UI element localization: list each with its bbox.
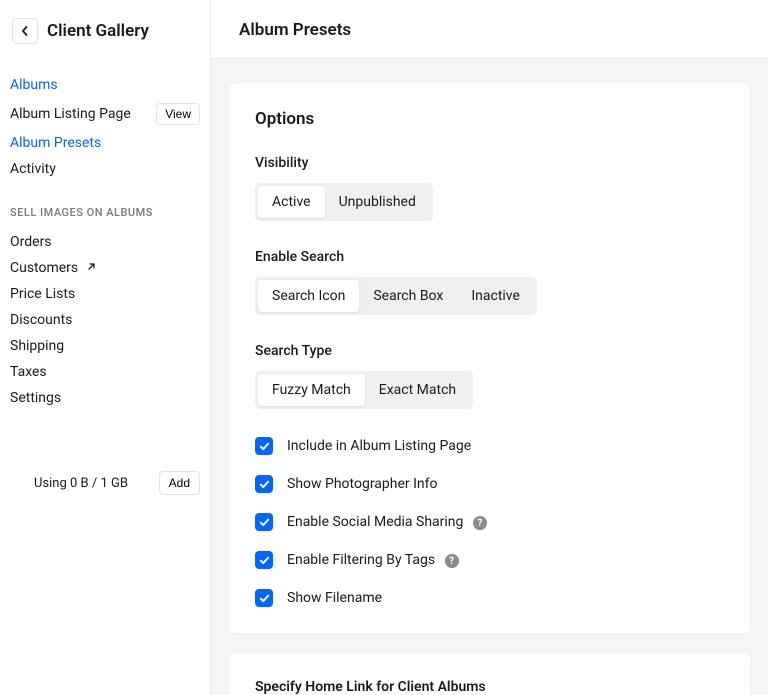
sidebar-item-taxes[interactable]: Taxes <box>10 359 200 385</box>
search-type-segment: Fuzzy Match Exact Match <box>255 371 473 409</box>
sidebar-item-label: Activity <box>10 161 56 177</box>
checkbox-show-filename[interactable] <box>255 589 273 607</box>
enable-search-label: Enable Search <box>255 249 724 265</box>
visibility-unpublished-button[interactable]: Unpublished <box>325 186 430 218</box>
sidebar-item-label: Orders <box>10 234 52 250</box>
sidebar-item-shipping[interactable]: Shipping <box>10 333 200 359</box>
options-card: Options Visibility Active Unpublished En… <box>229 83 750 633</box>
sidebar-item-label: Album Presets <box>10 135 101 151</box>
sidebar-item-label: Shipping <box>10 338 64 354</box>
checkbox-label: Show Photographer Info <box>287 476 438 492</box>
view-button[interactable]: View <box>156 103 200 125</box>
exact-match-button[interactable]: Exact Match <box>365 374 470 406</box>
home-link-card: Specify Home Link for Client Albums The … <box>229 653 750 695</box>
sidebar-item-settings[interactable]: Settings <box>10 385 200 411</box>
storage-row: Using 0 B / 1 GB Add <box>10 471 200 495</box>
checkbox-label: Enable Filtering By Tags ? <box>287 552 459 569</box>
sidebar-item-orders[interactable]: Orders <box>10 229 200 255</box>
check-icon <box>259 441 270 452</box>
sidebar-item-album-listing-page[interactable]: Album Listing Page View <box>10 98 200 130</box>
sidebar-item-label: Price Lists <box>10 286 75 302</box>
back-button[interactable] <box>12 18 38 44</box>
sidebar-item-label: Settings <box>10 390 61 406</box>
search-inactive-button[interactable]: Inactive <box>457 280 534 312</box>
fuzzy-match-button[interactable]: Fuzzy Match <box>258 374 365 406</box>
sidebar-item-discounts[interactable]: Discounts <box>10 307 200 333</box>
enable-search-segment: Search Icon Search Box Inactive <box>255 277 537 315</box>
checkbox-row-photographer-info: Show Photographer Info <box>255 475 724 493</box>
check-icon <box>259 479 270 490</box>
checkbox-row-include-listing: Include in Album Listing Page <box>255 437 724 455</box>
visibility-segment: Active Unpublished <box>255 183 433 221</box>
main-body: Options Visibility Active Unpublished En… <box>211 59 768 695</box>
check-icon <box>259 555 270 566</box>
sidebar-item-label: Discounts <box>10 312 72 328</box>
sidebar-item-label: Albums <box>10 77 58 93</box>
check-icon <box>259 593 270 604</box>
checkbox-social-sharing[interactable] <box>255 513 273 531</box>
search-type-group: Search Type Fuzzy Match Exact Match <box>255 343 724 409</box>
storage-usage-text: Using 0 B / 1 GB <box>34 476 128 491</box>
sidebar-item-label: Customers <box>10 260 96 276</box>
search-box-button[interactable]: Search Box <box>359 280 457 312</box>
checkbox-label: Include in Album Listing Page <box>287 438 471 454</box>
help-icon[interactable]: ? <box>445 554 459 568</box>
sidebar-section-header: Sell Images on Albums <box>10 206 200 219</box>
sidebar-item-label: Album Listing Page <box>10 106 131 122</box>
sidebar-item-activity[interactable]: Activity <box>10 156 200 182</box>
help-icon[interactable]: ? <box>473 516 487 530</box>
search-icon-button[interactable]: Search Icon <box>258 280 359 312</box>
checkbox-row-social-sharing: Enable Social Media Sharing ? <box>255 513 724 531</box>
search-type-label: Search Type <box>255 343 724 359</box>
sidebar-item-customers[interactable]: Customers <box>10 255 200 281</box>
options-card-title: Options <box>255 109 724 129</box>
sidebar-header: Client Gallery <box>10 18 200 44</box>
sidebar-item-album-presets[interactable]: Album Presets <box>10 130 200 156</box>
checkbox-row-filtering-tags: Enable Filtering By Tags ? <box>255 551 724 569</box>
checkbox-photographer-info[interactable] <box>255 475 273 493</box>
checkbox-label: Show Filename <box>287 590 382 606</box>
sidebar-title: Client Gallery <box>47 21 149 41</box>
check-icon <box>259 517 270 528</box>
add-storage-button[interactable]: Add <box>159 471 200 495</box>
sidebar: Client Gallery Albums Album Listing Page… <box>0 0 210 695</box>
sidebar-item-label: Taxes <box>10 364 47 380</box>
page-title: Album Presets <box>239 20 768 40</box>
checkbox-include-listing[interactable] <box>255 437 273 455</box>
sidebar-item-albums[interactable]: Albums <box>10 72 200 98</box>
external-link-icon <box>86 260 96 276</box>
home-link-heading: Specify Home Link for Client Albums <box>255 679 724 695</box>
enable-search-group: Enable Search Search Icon Search Box Ina… <box>255 249 724 315</box>
checkbox-filtering-tags[interactable] <box>255 551 273 569</box>
checkbox-label: Enable Social Media Sharing ? <box>287 514 487 531</box>
sidebar-item-price-lists[interactable]: Price Lists <box>10 281 200 307</box>
chevron-left-icon <box>19 25 31 37</box>
visibility-group: Visibility Active Unpublished <box>255 155 724 221</box>
visibility-label: Visibility <box>255 155 724 171</box>
main-header: Album Presets <box>211 0 768 59</box>
checkbox-row-show-filename: Show Filename <box>255 589 724 607</box>
visibility-active-button[interactable]: Active <box>258 186 325 218</box>
main-area: Album Presets Options Visibility Active … <box>210 0 768 695</box>
